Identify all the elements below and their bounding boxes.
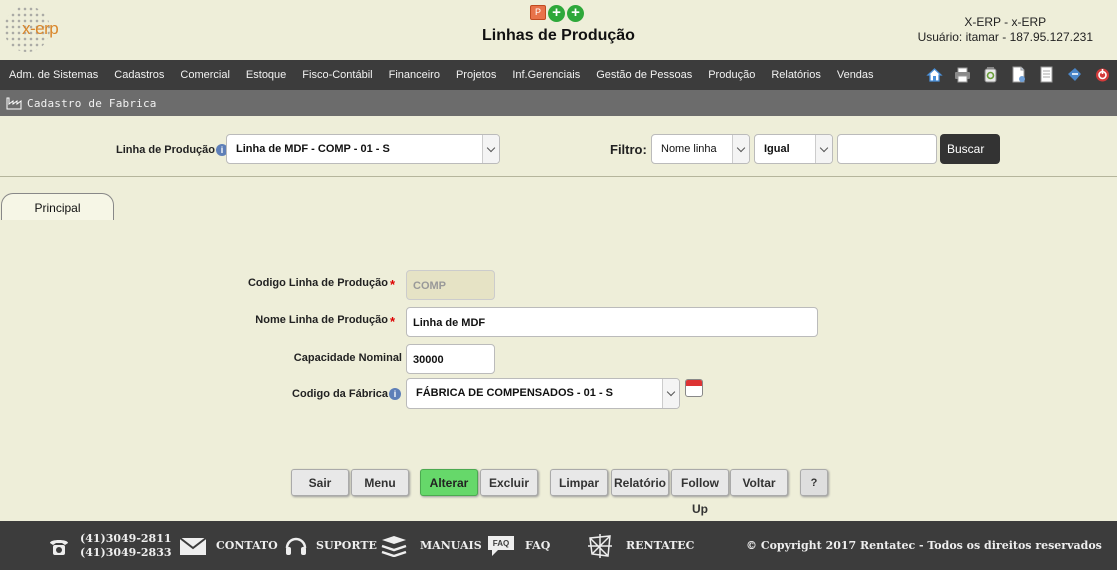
codigo-fabrica-select-value: FÁBRICA DE COMPENSADOS - 01 - S bbox=[416, 387, 614, 399]
linha-producao-select[interactable]: Linha de MDF - COMP - 01 - S bbox=[226, 134, 500, 164]
footer-suporte[interactable]: SUPORTE bbox=[283, 521, 377, 570]
manuais-link[interactable]: MANUAIS bbox=[420, 539, 482, 552]
menu-items: Adm. de Sistemas Cadastros Comercial Est… bbox=[0, 60, 882, 90]
headset-icon bbox=[285, 537, 307, 555]
rentatec-link[interactable]: RENTATEC bbox=[626, 539, 694, 552]
recycle-icon[interactable] bbox=[982, 66, 999, 83]
phone-2: (41)3049-2833 bbox=[80, 545, 172, 559]
required-asterisk: * bbox=[389, 314, 395, 329]
export-icon[interactable] bbox=[1066, 66, 1083, 83]
chevron-down-icon[interactable] bbox=[732, 135, 749, 163]
alterar-button[interactable]: Alterar bbox=[420, 469, 478, 496]
filter-operator-value: Igual bbox=[764, 143, 790, 155]
main-menu-bar: Adm. de Sistemas Cadastros Comercial Est… bbox=[0, 60, 1117, 90]
follow-up-button[interactable]: Follow Up bbox=[671, 469, 729, 516]
powerpoint-icon[interactable]: P bbox=[530, 5, 546, 20]
add-new-icon[interactable]: + bbox=[567, 5, 584, 22]
capacidade-nominal-label: Capacidade Nominal bbox=[293, 352, 402, 364]
filter-search-input[interactable] bbox=[837, 134, 937, 164]
filter-field-value: Nome linha bbox=[661, 143, 717, 155]
rentatec-logo-icon bbox=[588, 533, 612, 558]
books-icon bbox=[381, 535, 407, 557]
menu-button[interactable]: Menu bbox=[351, 469, 409, 496]
filter-operator-select[interactable]: Igual bbox=[754, 134, 833, 164]
codigo-fabrica-label-text: Codigo da Fábrica bbox=[292, 388, 388, 400]
print-icon[interactable] bbox=[954, 66, 971, 83]
user-info: X-ERP - x-ERP Usuário: itamar - 187.95.1… bbox=[918, 15, 1093, 45]
home-icon[interactable] bbox=[926, 66, 943, 83]
copyright: © Copyright 2017 Rentatec - Todos os dir… bbox=[746, 539, 1102, 552]
tab-principal[interactable]: Principal bbox=[1, 193, 114, 220]
menu-producao[interactable]: Produção bbox=[700, 60, 763, 90]
phone-icon bbox=[50, 539, 68, 555]
chevron-down-icon[interactable] bbox=[482, 135, 499, 163]
sair-button[interactable]: Sair bbox=[291, 469, 349, 496]
linha-producao-select-value: Linha de MDF - COMP - 01 - S bbox=[236, 143, 390, 155]
footer-faq[interactable]: FAQ FAQ bbox=[486, 521, 550, 570]
header: x-erp P + + Linhas de Produção X-ERP - x… bbox=[0, 0, 1117, 60]
toolbar-icons bbox=[926, 66, 1111, 83]
document-icon[interactable] bbox=[1038, 66, 1055, 83]
menu-comercial[interactable]: Comercial bbox=[172, 60, 238, 90]
linha-producao-label-text: Linha de Produção bbox=[116, 144, 216, 156]
nome-linha-label-text: Nome Linha de Produção bbox=[255, 314, 388, 326]
menu-vendas[interactable]: Vendas bbox=[829, 60, 882, 90]
buscar-button[interactable]: Buscar bbox=[940, 134, 1000, 164]
footer-contato[interactable]: CONTATO bbox=[179, 521, 278, 570]
calendar-icon[interactable] bbox=[685, 379, 703, 397]
chevron-down-icon[interactable] bbox=[662, 379, 679, 408]
limpar-button[interactable]: Limpar bbox=[550, 469, 608, 496]
menu-adm-sistemas[interactable]: Adm. de Sistemas bbox=[0, 60, 106, 90]
menu-cadastros[interactable]: Cadastros bbox=[106, 60, 172, 90]
voltar-button[interactable]: Voltar bbox=[730, 469, 788, 496]
contato-link[interactable]: CONTATO bbox=[216, 539, 278, 552]
suporte-link[interactable]: SUPORTE bbox=[316, 539, 377, 552]
divider bbox=[0, 176, 1117, 177]
breadcrumb-bar: Cadastro de Fabrica bbox=[0, 90, 1117, 116]
breadcrumb: Cadastro de Fabrica bbox=[27, 97, 157, 110]
header-actions: P + + bbox=[530, 5, 584, 23]
nome-linha-label: Nome Linha de Produção * bbox=[255, 314, 395, 329]
mail-icon bbox=[179, 536, 207, 555]
nome-linha-field[interactable]: Linha de MDF bbox=[406, 307, 818, 337]
codigo-fabrica-select[interactable]: FÁBRICA DE COMPENSADOS - 01 - S bbox=[406, 378, 680, 409]
filter-field-select[interactable]: Nome linha bbox=[651, 134, 750, 164]
menu-fisco-contabil[interactable]: Fisco-Contábil bbox=[294, 60, 380, 90]
system-name: X-ERP - x-ERP bbox=[964, 15, 1047, 29]
factory-icon bbox=[6, 97, 22, 110]
relatorio-button[interactable]: Relatório bbox=[611, 469, 669, 496]
footer: (41)3049-2811 (41)3049-2833 CONTATO SUPO… bbox=[0, 521, 1117, 570]
phone-1: (41)3049-2811 bbox=[80, 531, 172, 545]
faq-link[interactable]: FAQ bbox=[525, 539, 550, 552]
menu-gestao-pessoas[interactable]: Gestão de Pessoas bbox=[588, 60, 700, 90]
excluir-button[interactable]: Excluir bbox=[480, 469, 538, 496]
power-icon[interactable] bbox=[1094, 66, 1111, 83]
linha-producao-filter-label: Linha de Produção i bbox=[116, 144, 229, 156]
faq-icon: FAQ bbox=[488, 535, 514, 556]
filtro-label: Filtro: bbox=[610, 142, 647, 157]
menu-inf-gerenciais[interactable]: Inf.Gerenciais bbox=[504, 60, 588, 90]
footer-rentatec[interactable]: RENTATEC bbox=[586, 521, 694, 570]
user-name: Usuário: itamar - 187.95.127.231 bbox=[917, 30, 1093, 44]
footer-phones: (41)3049-2811 (41)3049-2833 bbox=[47, 521, 172, 570]
menu-relatorios[interactable]: Relatórios bbox=[763, 60, 829, 90]
new-document-icon[interactable] bbox=[1010, 66, 1027, 83]
help-button[interactable]: ? bbox=[800, 469, 828, 496]
info-icon: i bbox=[389, 388, 401, 400]
faq-icon-label: FAQ bbox=[493, 539, 509, 548]
chevron-down-icon[interactable] bbox=[815, 135, 832, 163]
add-icon[interactable]: + bbox=[548, 5, 565, 22]
codigo-linha-label-text: Codigo Linha de Produção bbox=[247, 277, 388, 289]
menu-estoque[interactable]: Estoque bbox=[238, 60, 294, 90]
menu-projetos[interactable]: Projetos bbox=[448, 60, 504, 90]
capacidade-nominal-field[interactable]: 30000 bbox=[406, 344, 495, 374]
codigo-fabrica-label: Codigo da Fábrica i bbox=[292, 388, 401, 400]
footer-manuais[interactable]: MANUAIS bbox=[380, 521, 482, 570]
menu-financeiro[interactable]: Financeiro bbox=[381, 60, 448, 90]
required-asterisk: * bbox=[389, 277, 395, 292]
codigo-linha-label: Codigo Linha de Produção * bbox=[248, 277, 395, 292]
codigo-linha-field[interactable]: COMP bbox=[406, 270, 495, 300]
